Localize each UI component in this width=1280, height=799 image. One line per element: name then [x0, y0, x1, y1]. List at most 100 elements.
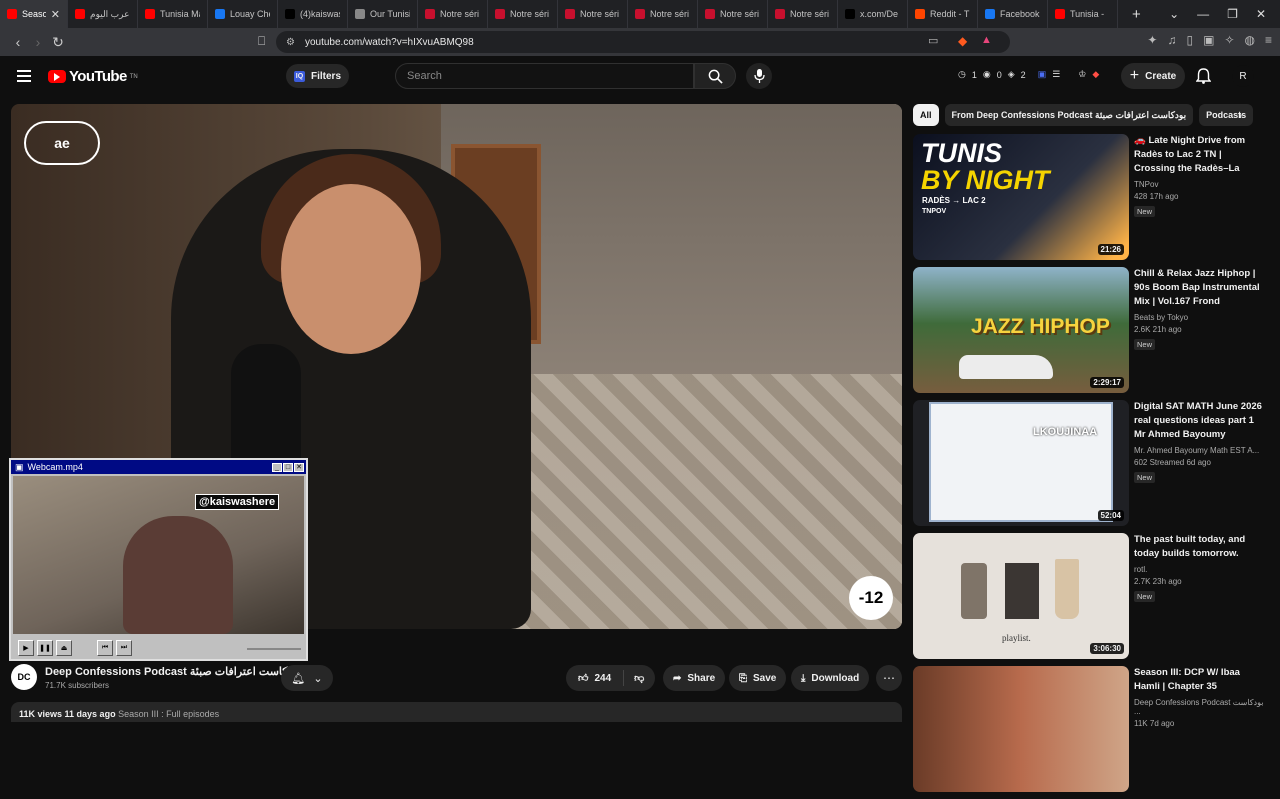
bookmark-icon[interactable]: ⎕	[258, 34, 265, 49]
previous-icon[interactable]: ⏮	[97, 640, 113, 656]
rec-title[interactable]: Digital SAT MATH June 2026 real question…	[1134, 400, 1264, 442]
bookmark-icon: ⎘	[739, 672, 747, 684]
download-button[interactable]: ⤓ Download	[791, 665, 870, 691]
chevron-right-icon[interactable]: ›	[1238, 108, 1242, 122]
rec-title[interactable]: The past built today, and today builds t…	[1134, 533, 1264, 561]
subscription-bell-button[interactable]: 🔔︎ ⌄	[281, 665, 333, 691]
media-icon[interactable]: ♫	[1167, 33, 1176, 47]
search-button[interactable]	[694, 63, 736, 89]
webcam-volume-slider[interactable]	[247, 648, 301, 650]
sidebar-icon[interactable]: ▯	[1186, 33, 1193, 47]
rec-thumbnail[interactable]: JAZZ HIPHOP 2:29:17	[913, 267, 1129, 393]
microphone-icon	[753, 69, 765, 83]
rec-channel[interactable]: Beats by Tokyo	[1134, 313, 1264, 322]
create-button[interactable]: + Create	[1121, 63, 1185, 89]
menu-icon[interactable]	[17, 70, 31, 82]
webcam-titlebar[interactable]: ▣ Webcam.mp4 _ □ ✕	[11, 460, 306, 474]
webcam-close-button[interactable]: ✕	[294, 462, 304, 472]
youtube-logo[interactable]: YouTube TN	[48, 68, 138, 85]
browser-tab[interactable]: (4)kaiswas	[278, 0, 348, 28]
minimize-button[interactable]: —	[1197, 7, 1209, 21]
back-icon[interactable]: ‹	[8, 34, 28, 50]
rec-item[interactable]: TUNIS BY NIGHT RADÈS → LAC 2 TNPOV 21:26 …	[913, 134, 1267, 267]
account-avatar[interactable]: R	[1232, 65, 1254, 87]
like-button[interactable]: 👍︎ 244	[566, 670, 625, 686]
forward-icon[interactable]: ›	[28, 34, 48, 50]
rec-title[interactable]: Chill & Relax Jazz Hiphop | 90s Boom Bap…	[1134, 267, 1264, 309]
browser-tab[interactable]: Notre séri	[698, 0, 768, 28]
save-button[interactable]: ⎘ Save	[729, 665, 787, 691]
queue-icon[interactable]: ☰	[1052, 69, 1060, 80]
rec-item[interactable]: LKOUJINAA 52:04 Digital SAT MATH June 20…	[913, 400, 1267, 533]
rec-item[interactable]: playlist. 3:06:30 The past built today, …	[913, 533, 1267, 666]
browser-tab[interactable]: Facebook	[978, 0, 1048, 28]
description-box[interactable]: 11K views 11 days ago Season III : Full …	[11, 702, 902, 722]
search-input[interactable]: Search	[395, 63, 694, 89]
channel-avatar[interactable]: DC	[11, 664, 37, 690]
channel-name[interactable]: Deep Confessions Podcast بودكاست اعترافا…	[45, 665, 301, 678]
rec-thumbnail[interactable]	[913, 666, 1129, 792]
webcam-maximize-button[interactable]: □	[283, 462, 293, 472]
webcam-window[interactable]: ▣ Webcam.mp4 _ □ ✕ @kaiswashere ▶ ❚❚ ⏏ ⏮…	[9, 458, 308, 661]
vpn-icon[interactable]: ◍	[1245, 33, 1255, 47]
tab-close-icon[interactable]: ✕	[51, 8, 60, 21]
brave-shield-icon[interactable]: ◆	[958, 34, 967, 48]
rec-item[interactable]: Season III: DCP W/ Ibaa Hamli | Chapter …	[913, 666, 1267, 799]
wallet-icon[interactable]: ▣	[1203, 33, 1214, 47]
browser-tab[interactable]: Notre séri	[768, 0, 838, 28]
browser-tab[interactable]: Seaso ✕	[0, 0, 68, 28]
extensions-icon[interactable]: ✦	[1147, 33, 1157, 47]
description-tag[interactable]: Season III : Full episodes	[118, 709, 219, 719]
pause-icon[interactable]: ❚❚	[37, 640, 53, 656]
chip-from-channel[interactable]: From Deep Confessions Podcast بودكاست اع…	[944, 104, 1194, 126]
browser-tab[interactable]: Notre séri	[488, 0, 558, 28]
browser-tab[interactable]: x.com/De	[838, 0, 908, 28]
trophy-icon[interactable]: ♔	[1078, 69, 1086, 80]
rec-channel[interactable]: rotl.	[1134, 565, 1264, 574]
site-info-icon[interactable]: ⚙	[286, 37, 295, 48]
rec-title[interactable]: Season III: DCP W/ Ibaa Hamli | Chapter …	[1134, 666, 1264, 694]
iq-extension-icon[interactable]: ▣	[1038, 69, 1047, 80]
url-field[interactable]: ⚙ youtube.com/watch?v=hIXvuABMQ98	[276, 31, 1010, 53]
restore-button[interactable]: ❐	[1227, 7, 1238, 21]
dislike-button[interactable]: 👎︎	[624, 672, 644, 684]
rec-item[interactable]: JAZZ HIPHOP 2:29:17 Chill & Relax Jazz H…	[913, 267, 1267, 400]
stop-icon[interactable]: ⏏	[56, 640, 72, 656]
rec-channel[interactable]: TNPov	[1134, 180, 1264, 189]
chip-all[interactable]: All	[913, 104, 939, 126]
leo-icon[interactable]: ✧	[1224, 33, 1234, 47]
more-actions-button[interactable]: ⋯	[876, 665, 902, 691]
rec-thumbnail[interactable]: TUNIS BY NIGHT RADÈS → LAC 2 TNPOV 21:26	[913, 134, 1129, 260]
webcam-minimize-button[interactable]: _	[272, 462, 282, 472]
voice-search-button[interactable]	[746, 63, 772, 89]
notification-extension-icon[interactable]: ◆	[1092, 69, 1099, 80]
browser-tab[interactable]: Tunisia Ma	[138, 0, 208, 28]
browser-tab[interactable]: Louay Che	[208, 0, 278, 28]
browser-tab[interactable]: Tunisia -	[1048, 0, 1118, 28]
reload-icon[interactable]: ↻	[48, 34, 68, 51]
browser-tab[interactable]: Notre séri	[418, 0, 488, 28]
rec-thumbnail[interactable]: playlist. 3:06:30	[913, 533, 1129, 659]
rec-thumbnail[interactable]: LKOUJINAA 52:04	[913, 400, 1129, 526]
browser-tab[interactable]: عرب اليوم	[68, 0, 138, 28]
new-tab-button[interactable]: +	[1118, 6, 1155, 23]
browser-tab[interactable]: Reddit - T	[908, 0, 978, 28]
share-button[interactable]: ➦ Share	[663, 665, 726, 691]
play-icon[interactable]: ▶	[18, 640, 34, 656]
cast-icon[interactable]: ▭	[928, 34, 938, 47]
next-icon[interactable]: ⏭	[116, 640, 132, 656]
browser-tab[interactable]: Notre séri	[628, 0, 698, 28]
close-window-button[interactable]: ✕	[1256, 7, 1266, 21]
tab-search-icon[interactable]: ⌄	[1169, 7, 1179, 21]
menu-icon[interactable]: ≡	[1265, 33, 1272, 47]
browser-tab[interactable]: Notre séri	[558, 0, 628, 28]
brave-rewards-icon[interactable]: ▲	[981, 34, 992, 46]
notifications-button[interactable]	[1195, 68, 1212, 89]
rec-channel[interactable]: Mr. Ahmed Bayoumy Math EST A...	[1134, 446, 1264, 455]
rec-title[interactable]: 🚗 Late Night Drive from Radès to Lac 2 T…	[1134, 134, 1264, 176]
rec-channel[interactable]: Deep Confessions Podcast بودكاست ...	[1134, 698, 1264, 716]
browser-tab[interactable]: Our Tunisia	[348, 0, 418, 28]
chip-podcasts[interactable]: Podcasts	[1199, 104, 1254, 126]
logo-text: YouTube	[69, 68, 127, 85]
filters-button[interactable]: IQ Filters	[286, 64, 350, 88]
